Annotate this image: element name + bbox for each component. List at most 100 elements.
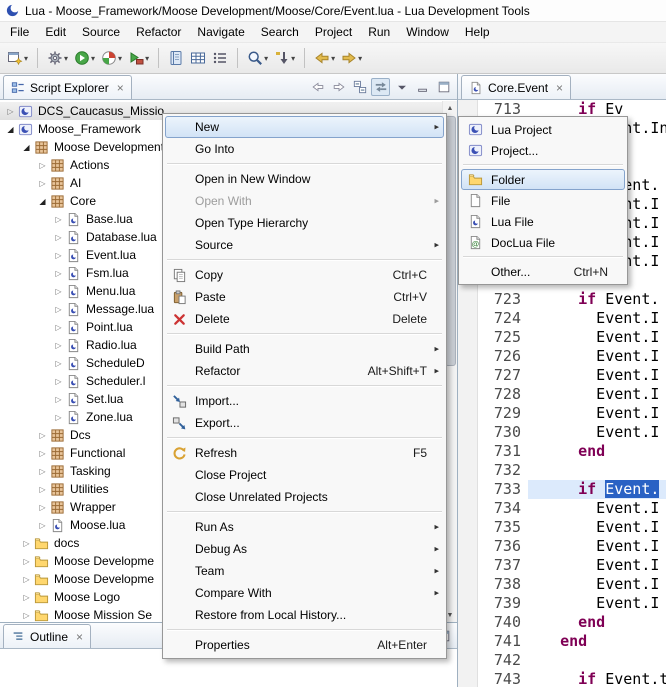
context-menu-item-restore-from-local-history[interactable]: Restore from Local History... (165, 604, 444, 626)
tab-script-explorer[interactable]: Script Explorer × (3, 75, 132, 99)
expand-arrow-icon[interactable]: ▷ (36, 431, 49, 440)
dropdown-arrow-icon[interactable]: ▾ (64, 54, 68, 63)
new-submenu-item-doclua-file[interactable]: @DocLua File (461, 232, 625, 253)
expand-arrow-icon[interactable]: ▷ (52, 251, 65, 260)
expand-arrow-icon[interactable]: ▷ (52, 215, 65, 224)
new-submenu-item-folder[interactable]: Folder (461, 169, 625, 190)
dropdown-arrow-icon[interactable]: ▾ (264, 54, 268, 63)
expand-arrow-icon[interactable]: ▷ (52, 269, 65, 278)
expand-arrow-icon[interactable]: ▷ (52, 287, 65, 296)
code-line-723[interactable]: 723 if Event. (478, 290, 666, 309)
dropdown-arrow-icon[interactable]: ▾ (331, 54, 335, 63)
context-menu-item-open-in-new-window[interactable]: Open in New Window (165, 168, 444, 190)
code-line-730[interactable]: 730 Event.I (478, 423, 666, 442)
new-submenu-item-lua-project[interactable]: Lua Project (461, 119, 625, 140)
minimize-button[interactable] (413, 78, 432, 96)
context-menu-item-export[interactable]: Export... (165, 412, 444, 434)
menubar-item-search[interactable]: Search (253, 22, 307, 42)
expand-arrow-icon[interactable]: ▷ (52, 359, 65, 368)
new-wizard-button[interactable]: ▾ (4, 46, 31, 70)
new-submenu-item-project[interactable]: Project... (461, 140, 625, 161)
expand-arrow-icon[interactable]: ▷ (20, 557, 33, 566)
code-line-735[interactable]: 735 Event.I (478, 518, 666, 537)
code-line-741[interactable]: 741 end (478, 632, 666, 651)
new-submenu-item-other[interactable]: Other...Ctrl+N (461, 261, 625, 282)
expand-arrow-icon[interactable]: ▷ (52, 233, 65, 242)
expand-arrow-icon[interactable]: ▷ (52, 341, 65, 350)
close-icon[interactable]: × (117, 81, 124, 95)
dropdown-arrow-icon[interactable]: ▾ (358, 54, 362, 63)
context-menu-item-source[interactable]: Source▸ (165, 234, 444, 256)
collapse-arrow-icon[interactable]: ◢ (36, 197, 49, 206)
context-menu-item-new[interactable]: New▸ (165, 116, 444, 138)
context-menu-item-open-type-hierarchy[interactable]: Open Type Hierarchy (165, 212, 444, 234)
collapse-arrow-icon[interactable]: ◢ (4, 125, 17, 134)
coverage-button[interactable]: ▾ (98, 46, 125, 70)
dropdown-arrow-icon[interactable]: ▾ (145, 54, 149, 63)
expand-arrow-icon[interactable]: ▷ (20, 593, 33, 602)
expand-arrow-icon[interactable]: ▷ (36, 161, 49, 170)
context-menu-item-team[interactable]: Team▸ (165, 560, 444, 582)
code-line-733[interactable]: 733 if Event. (478, 480, 666, 499)
context-menu-item-refactor[interactable]: RefactorAlt+Shift+T▸ (165, 360, 444, 382)
next-annotation-button[interactable]: ▾ (271, 46, 298, 70)
close-icon[interactable]: × (76, 630, 83, 644)
context-menu-item-go-into[interactable]: Go Into (165, 138, 444, 160)
expand-arrow-icon[interactable]: ▷ (20, 611, 33, 620)
context-menu-item-refresh[interactable]: RefreshF5 (165, 442, 444, 464)
dropdown-arrow-icon[interactable]: ▾ (24, 54, 28, 63)
context-menu-item-paste[interactable]: PasteCtrl+V (165, 286, 444, 308)
dropdown-arrow-icon[interactable]: ▾ (91, 54, 95, 63)
external-tools-button[interactable]: ▾ (125, 46, 152, 70)
collapse-all-button[interactable] (350, 78, 369, 96)
context-menu-item-open-with[interactable]: Open With▸ (165, 190, 444, 212)
code-line-740[interactable]: 740 end (478, 613, 666, 632)
open-element-button[interactable] (165, 46, 187, 70)
code-line-729[interactable]: 729 Event.I (478, 404, 666, 423)
context-menu-item-delete[interactable]: DeleteDelete (165, 308, 444, 330)
code-line-726[interactable]: 726 Event.I (478, 347, 666, 366)
launch-config-button[interactable]: ▾ (44, 46, 71, 70)
context-menu-item-debug-as[interactable]: Debug As▸ (165, 538, 444, 560)
menubar-item-source[interactable]: Source (74, 22, 128, 42)
code-line-737[interactable]: 737 Event.I (478, 556, 666, 575)
code-line-732[interactable]: 732 (478, 461, 666, 480)
code-line-742[interactable]: 742 (478, 651, 666, 670)
code-line-724[interactable]: 724 Event.I (478, 309, 666, 328)
code-line-728[interactable]: 728 Event.I (478, 385, 666, 404)
expand-arrow-icon[interactable]: ▷ (36, 503, 49, 512)
expand-arrow-icon[interactable]: ▷ (36, 521, 49, 530)
expand-arrow-icon[interactable]: ▷ (36, 485, 49, 494)
back-button[interactable]: ▾ (311, 46, 338, 70)
expand-arrow-icon[interactable]: ▷ (36, 467, 49, 476)
menubar-item-refactor[interactable]: Refactor (128, 22, 189, 42)
forward-button[interactable]: ▾ (338, 46, 365, 70)
expand-arrow-icon[interactable]: ▷ (52, 305, 65, 314)
expand-arrow-icon[interactable]: ▷ (4, 107, 17, 116)
code-line-738[interactable]: 738 Event.I (478, 575, 666, 594)
expand-arrow-icon[interactable]: ▷ (20, 539, 33, 548)
context-menu-item-build-path[interactable]: Build Path▸ (165, 338, 444, 360)
context-menu-item-close-project[interactable]: Close Project (165, 464, 444, 486)
run-button[interactable]: ▾ (71, 46, 98, 70)
context-menu-item-run-as[interactable]: Run As▸ (165, 516, 444, 538)
view-forward-button[interactable] (329, 78, 348, 96)
expand-arrow-icon[interactable]: ▷ (52, 395, 65, 404)
new-submenu-item-lua-file[interactable]: Lua File (461, 211, 625, 232)
tab-core-event[interactable]: Core.Event × (461, 75, 571, 99)
menubar-item-edit[interactable]: Edit (37, 22, 74, 42)
tab-outline[interactable]: Outline × (3, 624, 91, 648)
code-line-725[interactable]: 725 Event.I (478, 328, 666, 347)
code-line-739[interactable]: 739 Event.I (478, 594, 666, 613)
close-icon[interactable]: × (556, 81, 563, 95)
context-menu-item-copy[interactable]: CopyCtrl+C (165, 264, 444, 286)
view-back-button[interactable] (308, 78, 327, 96)
expand-arrow-icon[interactable]: ▷ (36, 179, 49, 188)
code-line-727[interactable]: 727 Event.I (478, 366, 666, 385)
menubar-item-file[interactable]: File (2, 22, 37, 42)
expand-arrow-icon[interactable]: ▷ (20, 575, 33, 584)
context-menu-item-properties[interactable]: PropertiesAlt+Enter (165, 634, 444, 656)
collapse-arrow-icon[interactable]: ◢ (20, 143, 33, 152)
expand-arrow-icon[interactable]: ▷ (36, 449, 49, 458)
search-button[interactable]: ▾ (244, 46, 271, 70)
